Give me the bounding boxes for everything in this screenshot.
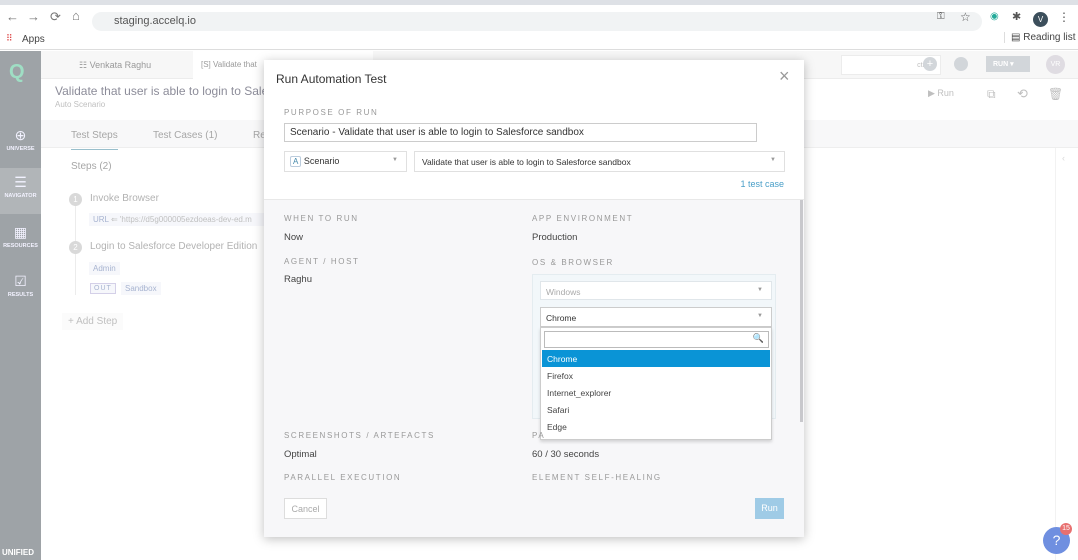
apps-bookmark[interactable]: Apps — [22, 34, 45, 45]
profile-avatar[interactable]: V — [1033, 12, 1048, 27]
chevron-down-icon: ▼ — [770, 157, 776, 163]
scrollbar[interactable] — [800, 200, 803, 422]
chevron-down-icon: ▼ — [757, 313, 763, 319]
browser-toolbar: ← → ⟳ ⌂ staging.accelq.io ⚿ ☆ ◉ ✱ V ⋮ — [0, 5, 1078, 31]
os-select[interactable]: Windows ▼ — [540, 281, 772, 300]
browser-option[interactable]: Chrome — [542, 350, 770, 367]
browser-search-input[interactable]: 🔍 — [544, 331, 769, 348]
purpose-label: PURPOSE OF RUN — [284, 108, 379, 117]
search-icon: 🔍 — [752, 333, 764, 343]
bookmarks-bar: ⠿ Apps ▤ Reading list — [0, 28, 1078, 50]
modal-title: Run Automation Test — [276, 72, 387, 86]
browser-option[interactable]: Safari — [542, 401, 770, 418]
chevron-down-icon: ▼ — [757, 287, 763, 293]
url-text: staging.accelq.io — [114, 15, 196, 27]
timeout-label: PA — [532, 431, 546, 440]
run-settings: WHEN TO RUN Now APP ENVIRONMENT Producti… — [264, 199, 804, 537]
chevron-down-icon: ▼ — [392, 157, 398, 163]
when-label: WHEN TO RUN — [284, 214, 359, 223]
timeout-value[interactable]: 60 / 30 seconds — [532, 449, 599, 460]
run-button[interactable]: Run — [755, 498, 784, 519]
screenshots-value[interactable]: Optimal — [284, 449, 317, 460]
back-icon[interactable]: ← — [6, 9, 19, 24]
purpose-input[interactable]: Scenario - Validate that user is able to… — [284, 123, 757, 142]
type-badge: A — [290, 156, 302, 167]
type-select[interactable]: A Scenario ▼ — [284, 151, 407, 172]
browser-option[interactable]: Firefox — [542, 367, 770, 384]
puzzle-icon[interactable]: ✱ — [1012, 10, 1021, 23]
menu-icon[interactable]: ⋮ — [1058, 10, 1070, 24]
reading-list-icon: ▤ — [1011, 32, 1021, 43]
forward-icon[interactable]: → — [27, 9, 40, 24]
cancel-button[interactable]: Cancel — [284, 498, 327, 519]
agent-label: AGENT / HOST — [284, 257, 360, 266]
reading-list-button[interactable]: ▤ Reading list — [1004, 32, 1076, 43]
when-value[interactable]: Now — [284, 232, 303, 243]
browser-select[interactable]: Chrome ▼ — [540, 307, 772, 327]
star-icon[interactable]: ☆ — [960, 10, 971, 24]
extension-q-icon[interactable]: ◉ — [990, 11, 999, 22]
run-automation-modal: Run Automation Test × PURPOSE OF RUN Sce… — [264, 60, 804, 537]
healing-label: ELEMENT SELF-HEALING — [532, 473, 662, 480]
reload-icon[interactable]: ⟳ — [50, 9, 61, 25]
key-icon[interactable]: ⚿ — [937, 11, 945, 22]
home-icon[interactable]: ⌂ — [72, 8, 80, 23]
parallel-label: PARALLEL EXECUTION — [284, 473, 402, 480]
agent-value[interactable]: Raghu — [284, 274, 312, 285]
notification-badge: 15 — [1060, 523, 1072, 535]
apps-grid-icon: ⠿ — [6, 33, 13, 43]
os-browser-label: OS & BROWSER — [532, 258, 614, 267]
env-label: APP ENVIRONMENT — [532, 214, 634, 223]
browser-dropdown: 🔍 Chrome Firefox Internet_explorer Safar… — [540, 327, 772, 440]
close-icon[interactable]: × — [779, 66, 790, 87]
browser-option[interactable]: Internet_explorer — [542, 384, 770, 401]
scenario-select[interactable]: Validate that user is able to login to S… — [414, 151, 785, 172]
test-case-link[interactable]: 1 test case — [740, 179, 784, 189]
screenshots-label: SCREENSHOTS / ARTEFACTS — [284, 431, 435, 440]
env-value[interactable]: Production — [532, 232, 577, 243]
browser-option[interactable]: Edge — [542, 418, 770, 435]
